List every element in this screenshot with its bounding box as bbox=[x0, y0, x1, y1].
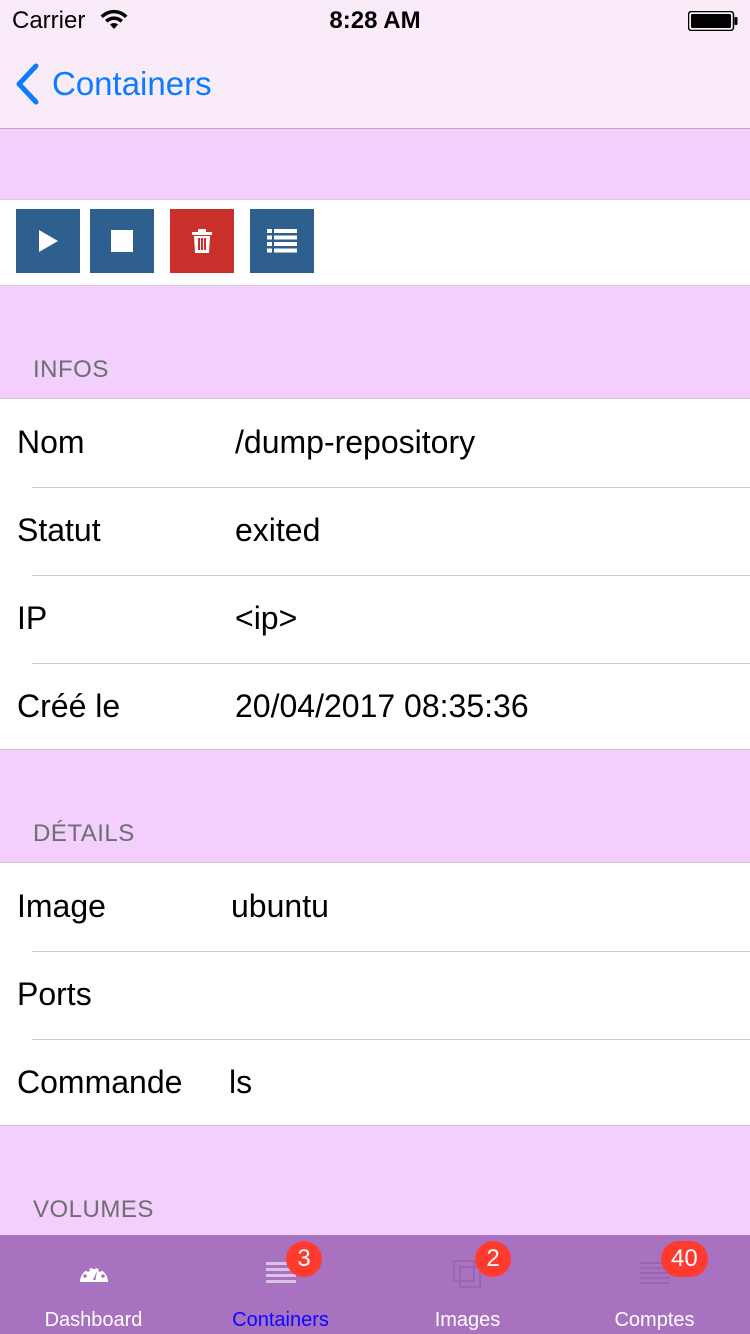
volumes-section-title: VOLUMES bbox=[33, 1196, 154, 1223]
tab-label: Containers bbox=[232, 1309, 329, 1331]
back-button[interactable]: Containers bbox=[14, 62, 212, 106]
row-label: Commande bbox=[17, 1064, 183, 1100]
gauge-icon bbox=[79, 1265, 108, 1282]
navigation-bar: Containers bbox=[0, 40, 750, 129]
row-label: Nom bbox=[17, 424, 85, 460]
trash-icon bbox=[192, 229, 212, 253]
row-label: Statut bbox=[17, 512, 101, 548]
tab-label: Comptes bbox=[614, 1309, 695, 1331]
delete-button[interactable] bbox=[170, 209, 234, 273]
status-value: exited bbox=[235, 512, 321, 548]
image-value: ubuntu bbox=[231, 888, 329, 924]
infos-section-title: INFOS bbox=[33, 356, 109, 383]
info-row-created[interactable]: Créé le 20/04/2017 08:35:36 bbox=[0, 663, 750, 751]
images-count-badge: 2 bbox=[475, 1241, 511, 1277]
battery-icon bbox=[688, 11, 738, 31]
details-table: Image ubuntu Ports Commande ls bbox=[0, 862, 750, 1126]
row-label: IP bbox=[17, 600, 48, 636]
row-label: Créé le bbox=[17, 688, 121, 724]
container-actions-toolbar bbox=[0, 199, 750, 286]
list-icon bbox=[267, 229, 297, 253]
row-label: Image bbox=[17, 888, 106, 924]
info-row-ip[interactable]: IP <ip> bbox=[0, 575, 750, 663]
created-date-value: 20/04/2017 08:35:36 bbox=[235, 688, 529, 724]
details-section-title: DÉTAILS bbox=[33, 820, 135, 847]
play-icon bbox=[39, 230, 58, 252]
infos-table: Nom /dump-repository Statut exited IP <i… bbox=[0, 398, 750, 750]
tab-accounts[interactable]: 40 Comptes bbox=[561, 1235, 748, 1334]
detail-row-ports[interactable]: Ports bbox=[0, 951, 750, 1039]
info-row-status[interactable]: Statut exited bbox=[0, 487, 750, 575]
tab-containers[interactable]: 3 Containers bbox=[187, 1235, 374, 1334]
start-button[interactable] bbox=[16, 209, 80, 273]
tab-label: Images bbox=[434, 1309, 501, 1331]
info-row-name[interactable]: Nom /dump-repository bbox=[0, 399, 750, 487]
detail-row-image[interactable]: Image ubuntu bbox=[0, 863, 750, 951]
details-section-header: DÉTAILS bbox=[0, 750, 750, 863]
tab-label: Dashboard bbox=[44, 1309, 143, 1331]
volumes-section-header: VOLUMES bbox=[0, 1126, 750, 1235]
containers-count-badge: 3 bbox=[286, 1241, 322, 1277]
detail-row-command[interactable]: Commande ls bbox=[0, 1039, 750, 1127]
tab-dashboard[interactable]: Dashboard bbox=[0, 1235, 187, 1334]
spacer-band bbox=[0, 129, 750, 199]
chevron-left-icon bbox=[16, 63, 39, 105]
tab-bar: Dashboard 3 Containers 2 Images 40 Compt… bbox=[0, 1235, 750, 1334]
accounts-count-badge: 40 bbox=[661, 1241, 708, 1277]
tab-images[interactable]: 2 Images bbox=[374, 1235, 561, 1334]
container-name-value: /dump-repository bbox=[235, 424, 476, 460]
row-label: Ports bbox=[17, 976, 92, 1012]
status-bar: Carrier 8:28 AM bbox=[0, 0, 750, 40]
command-value: ls bbox=[229, 1064, 253, 1100]
stop-button[interactable] bbox=[90, 209, 154, 273]
stop-icon bbox=[111, 230, 133, 252]
back-button-label: Containers bbox=[52, 65, 212, 102]
infos-section-header: INFOS bbox=[0, 286, 750, 399]
clock: 8:28 AM bbox=[329, 7, 421, 34]
logs-button[interactable] bbox=[250, 209, 314, 273]
ip-value: <ip> bbox=[235, 600, 298, 636]
